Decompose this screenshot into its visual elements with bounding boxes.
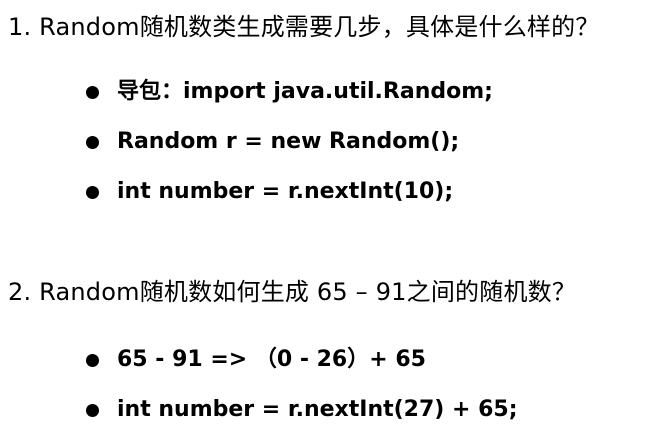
- list-item: int number = r.nextInt(10);: [86, 167, 493, 217]
- bullet-icon: [86, 403, 99, 417]
- answer-list-1: 导包：import java.util.Random; Random r = n…: [86, 67, 493, 217]
- question-1: 1. Random随机数类生成需要几步，具体是什么样的？: [8, 13, 600, 41]
- list-item: 导包：import java.util.Random;: [86, 67, 493, 117]
- list-item-text: int number = r.nextInt(27) + 65;: [117, 397, 518, 422]
- list-item-text: 导包：import java.util.Random;: [117, 79, 493, 104]
- list-item-text: Random r = new Random();: [117, 129, 460, 154]
- list-item: Random r = new Random();: [86, 117, 493, 167]
- list-item-text: int number = r.nextInt(10);: [117, 179, 454, 204]
- document: 1. Random随机数类生成需要几步，具体是什么样的？ 导包：import j…: [0, 0, 662, 425]
- list-item-text: 65 - 91 => （0 - 26）+ 65: [117, 347, 426, 372]
- answer-list-2: 65 - 91 => （0 - 26）+ 65 int number = r.n…: [86, 335, 518, 435]
- list-item: 65 - 91 => （0 - 26）+ 65: [86, 335, 518, 385]
- list-item: int number = r.nextInt(27) + 65;: [86, 385, 518, 435]
- bullet-icon: [86, 135, 99, 149]
- bullet-icon: [86, 85, 99, 99]
- question-2: 2. Random随机数如何生成 65 – 91之间的随机数？: [8, 278, 577, 306]
- bullet-icon: [86, 185, 99, 199]
- bullet-icon: [86, 353, 99, 367]
